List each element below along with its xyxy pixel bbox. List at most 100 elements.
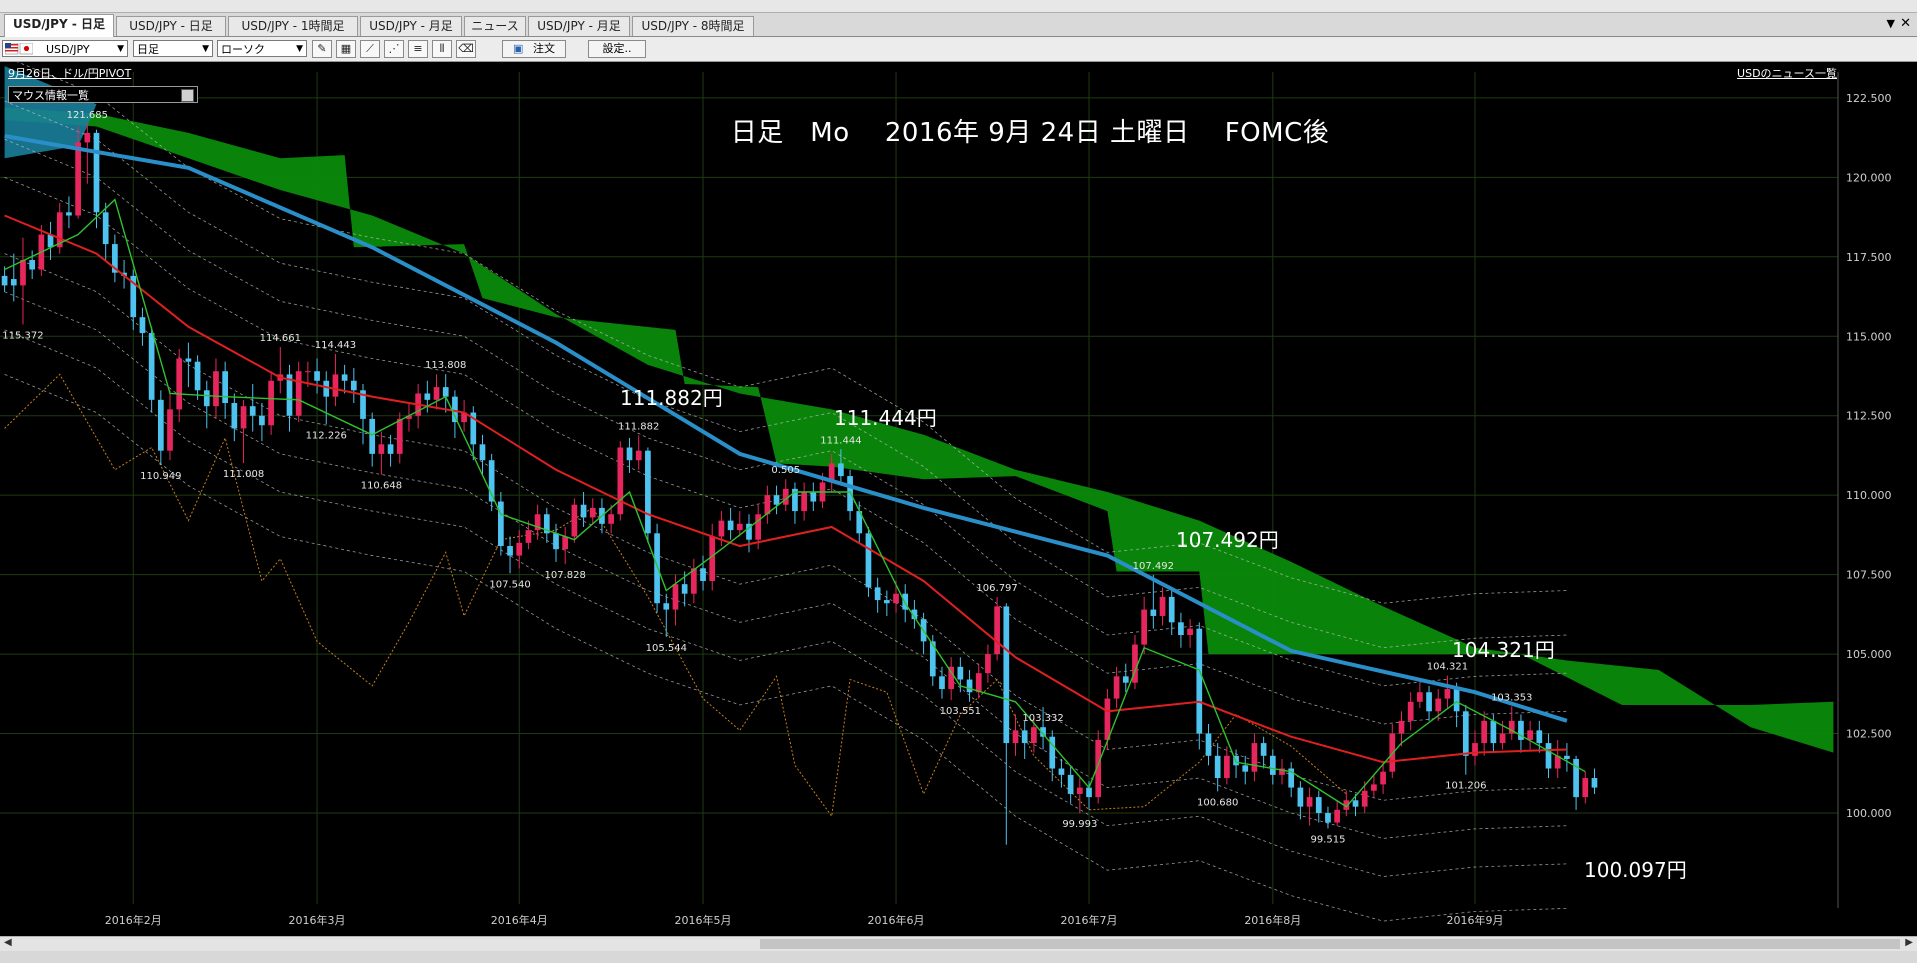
price-annotation: 111.882円 [620, 386, 723, 410]
candle-body [626, 447, 633, 461]
chart-style-select[interactable]: ローソク ▼ [217, 40, 307, 57]
candle-body [314, 371, 320, 381]
mouse-info-panel[interactable]: マウス情報一覧 [8, 86, 198, 103]
scroll-left-icon[interactable]: ◀ [4, 937, 12, 948]
candle-body [617, 447, 624, 515]
y-tick-label: 100.000 [1846, 807, 1892, 820]
order-button[interactable]: ▣ 注文 [502, 40, 566, 58]
settings-button[interactable]: 設定.. [588, 40, 646, 58]
candle-body [387, 444, 394, 454]
y-tick-label: 112.500 [1846, 410, 1892, 423]
price-annotation: 104.321円 [1452, 638, 1555, 662]
top-menu-strip [0, 0, 1917, 13]
candle-body [479, 444, 486, 461]
y-tick-label: 117.500 [1846, 251, 1892, 264]
chart-background [0, 62, 1917, 936]
candle-body [553, 533, 559, 550]
tab-4[interactable]: ニュース [464, 16, 526, 36]
candle-body [185, 358, 192, 362]
candle-body [1, 275, 8, 286]
price-label: 103.353 [1491, 692, 1532, 703]
fan-lines-icon[interactable]: ⋰ [384, 40, 404, 58]
candle-body [1591, 778, 1598, 788]
candle-body [883, 600, 890, 604]
candle-body [442, 387, 449, 397]
price-label: 107.540 [489, 579, 530, 590]
candle-body [1490, 720, 1497, 744]
horizontal-lines-icon[interactable]: ≡ [408, 40, 428, 58]
candle-body [66, 212, 72, 216]
candle-body [654, 533, 660, 604]
candle-body [1205, 733, 1212, 756]
tab-2[interactable]: USD/JPY - 1時間足 [228, 16, 358, 36]
eraser-icon[interactable]: ⌫ [456, 40, 476, 58]
tab-5[interactable]: USD/JPY - 月足 [528, 16, 630, 36]
price-label: 107.492 [1133, 561, 1174, 572]
candle-body [1499, 733, 1506, 744]
pencil-icon[interactable]: ✎ [312, 40, 332, 58]
candle-body [1472, 743, 1478, 756]
minimize-icon[interactable] [181, 89, 194, 102]
candle-body [10, 279, 17, 286]
candle-body [1545, 743, 1552, 769]
candle-body [75, 142, 81, 216]
candle-body [222, 371, 229, 404]
candle-body [810, 492, 817, 502]
scroll-right-icon[interactable]: ▶ [1905, 937, 1913, 948]
candle-body [1334, 809, 1340, 823]
candle-body [773, 495, 780, 505]
x-tick-label: 2016年9月 [1446, 913, 1503, 927]
tab-3[interactable]: USD/JPY - 月足 [360, 16, 462, 36]
candle-body [608, 514, 614, 524]
y-tick-label: 115.000 [1846, 330, 1892, 343]
candle-body [295, 371, 302, 416]
candle-body [332, 374, 339, 397]
candle-body [1407, 701, 1414, 721]
chart-style-value: ローソク [221, 43, 265, 56]
candle-body [1058, 768, 1065, 775]
tab-list-dropdown-icon[interactable]: ▼ [1887, 17, 1895, 30]
timeframe-select[interactable]: 日足 ▼ [133, 40, 213, 57]
y-tick-label: 107.500 [1846, 569, 1892, 582]
tab-1[interactable]: USD/JPY - 日足 [116, 16, 226, 36]
usd-news-link[interactable]: USDのニュース一覧 [1737, 65, 1837, 81]
price-label: 112.226 [306, 430, 347, 441]
x-tick-label: 2016年6月 [868, 913, 925, 927]
candle-body [957, 666, 964, 680]
price-label: 99.993 [1062, 819, 1097, 830]
trendline-icon[interactable]: ⟋ [360, 40, 380, 58]
horizontal-scrollbar[interactable]: ◀ ▶ [0, 936, 1917, 951]
chevron-down-icon: ▼ [296, 44, 303, 54]
candle-body [305, 371, 311, 373]
candle-body [1012, 730, 1019, 744]
chart-area[interactable]: 122.500 120.000 117.500 115.000 112.500 110.0… [0, 56, 1917, 936]
tab-0[interactable]: USD/JPY - 日足 [4, 14, 114, 37]
candle-body [452, 396, 458, 423]
candle-body [709, 536, 716, 581]
price-annotation: 111.444円 [834, 406, 937, 430]
window-close-icon[interactable]: ✕ [1900, 16, 1911, 31]
symbol-select[interactable]: USD/JPY ▼ [2, 40, 128, 57]
scroll-thumb[interactable] [760, 939, 1900, 949]
candle-body [681, 584, 688, 594]
candle-body [1196, 628, 1203, 734]
candle-body [1444, 689, 1451, 699]
usd-jpy-flag-icon [5, 43, 33, 55]
price-label: 110.949 [140, 471, 181, 482]
candle-body [847, 476, 853, 512]
candle-body [1067, 774, 1074, 794]
price-label: 103.551 [940, 706, 981, 717]
tab-6[interactable]: USD/JPY - 8時間足 [632, 16, 754, 36]
candle-body [203, 390, 210, 407]
candle-body [176, 358, 183, 410]
pivot-date-link[interactable]: 9月26日、ドル/円PIVOT [8, 65, 131, 81]
candle-body [1527, 730, 1533, 740]
candle-body [323, 380, 330, 397]
candle-body [1453, 689, 1460, 712]
chevron-down-icon: ▼ [202, 44, 209, 54]
candle-body [939, 676, 945, 690]
y-tick-label: 122.500 [1846, 92, 1892, 105]
candle-body [589, 507, 596, 518]
vertical-lines-icon[interactable]: ⦀ [432, 40, 452, 58]
grid-icon[interactable]: ▦ [336, 40, 356, 58]
